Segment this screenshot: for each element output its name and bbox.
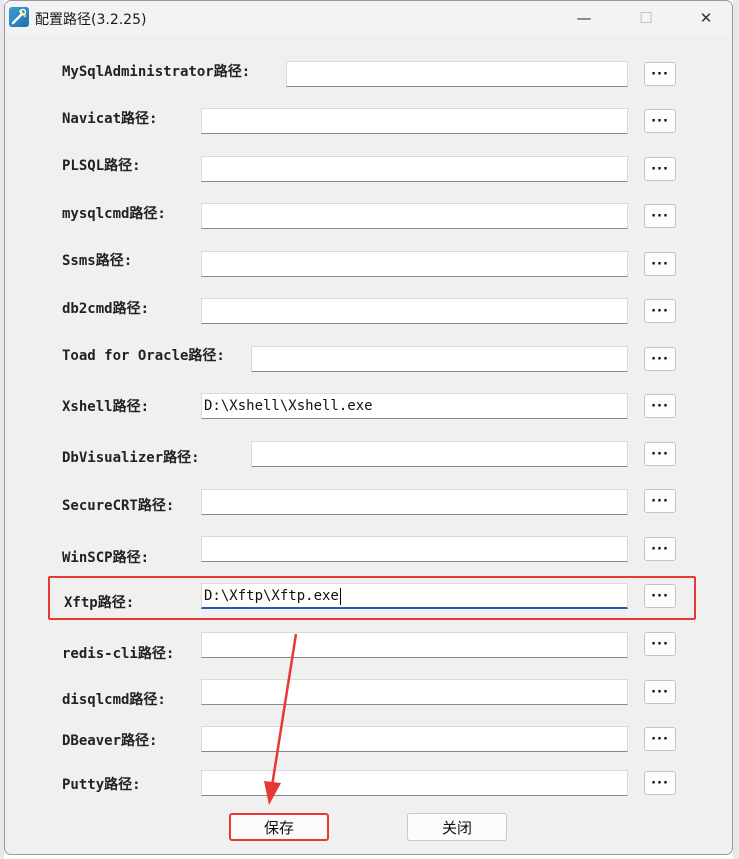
annotation-arrow xyxy=(264,633,298,805)
config-path-dialog: 配置路径(3.2.25) — ☐ ✕ MySqlAdministrator路径:… xyxy=(4,0,733,855)
background-app-edge-right xyxy=(733,0,739,859)
